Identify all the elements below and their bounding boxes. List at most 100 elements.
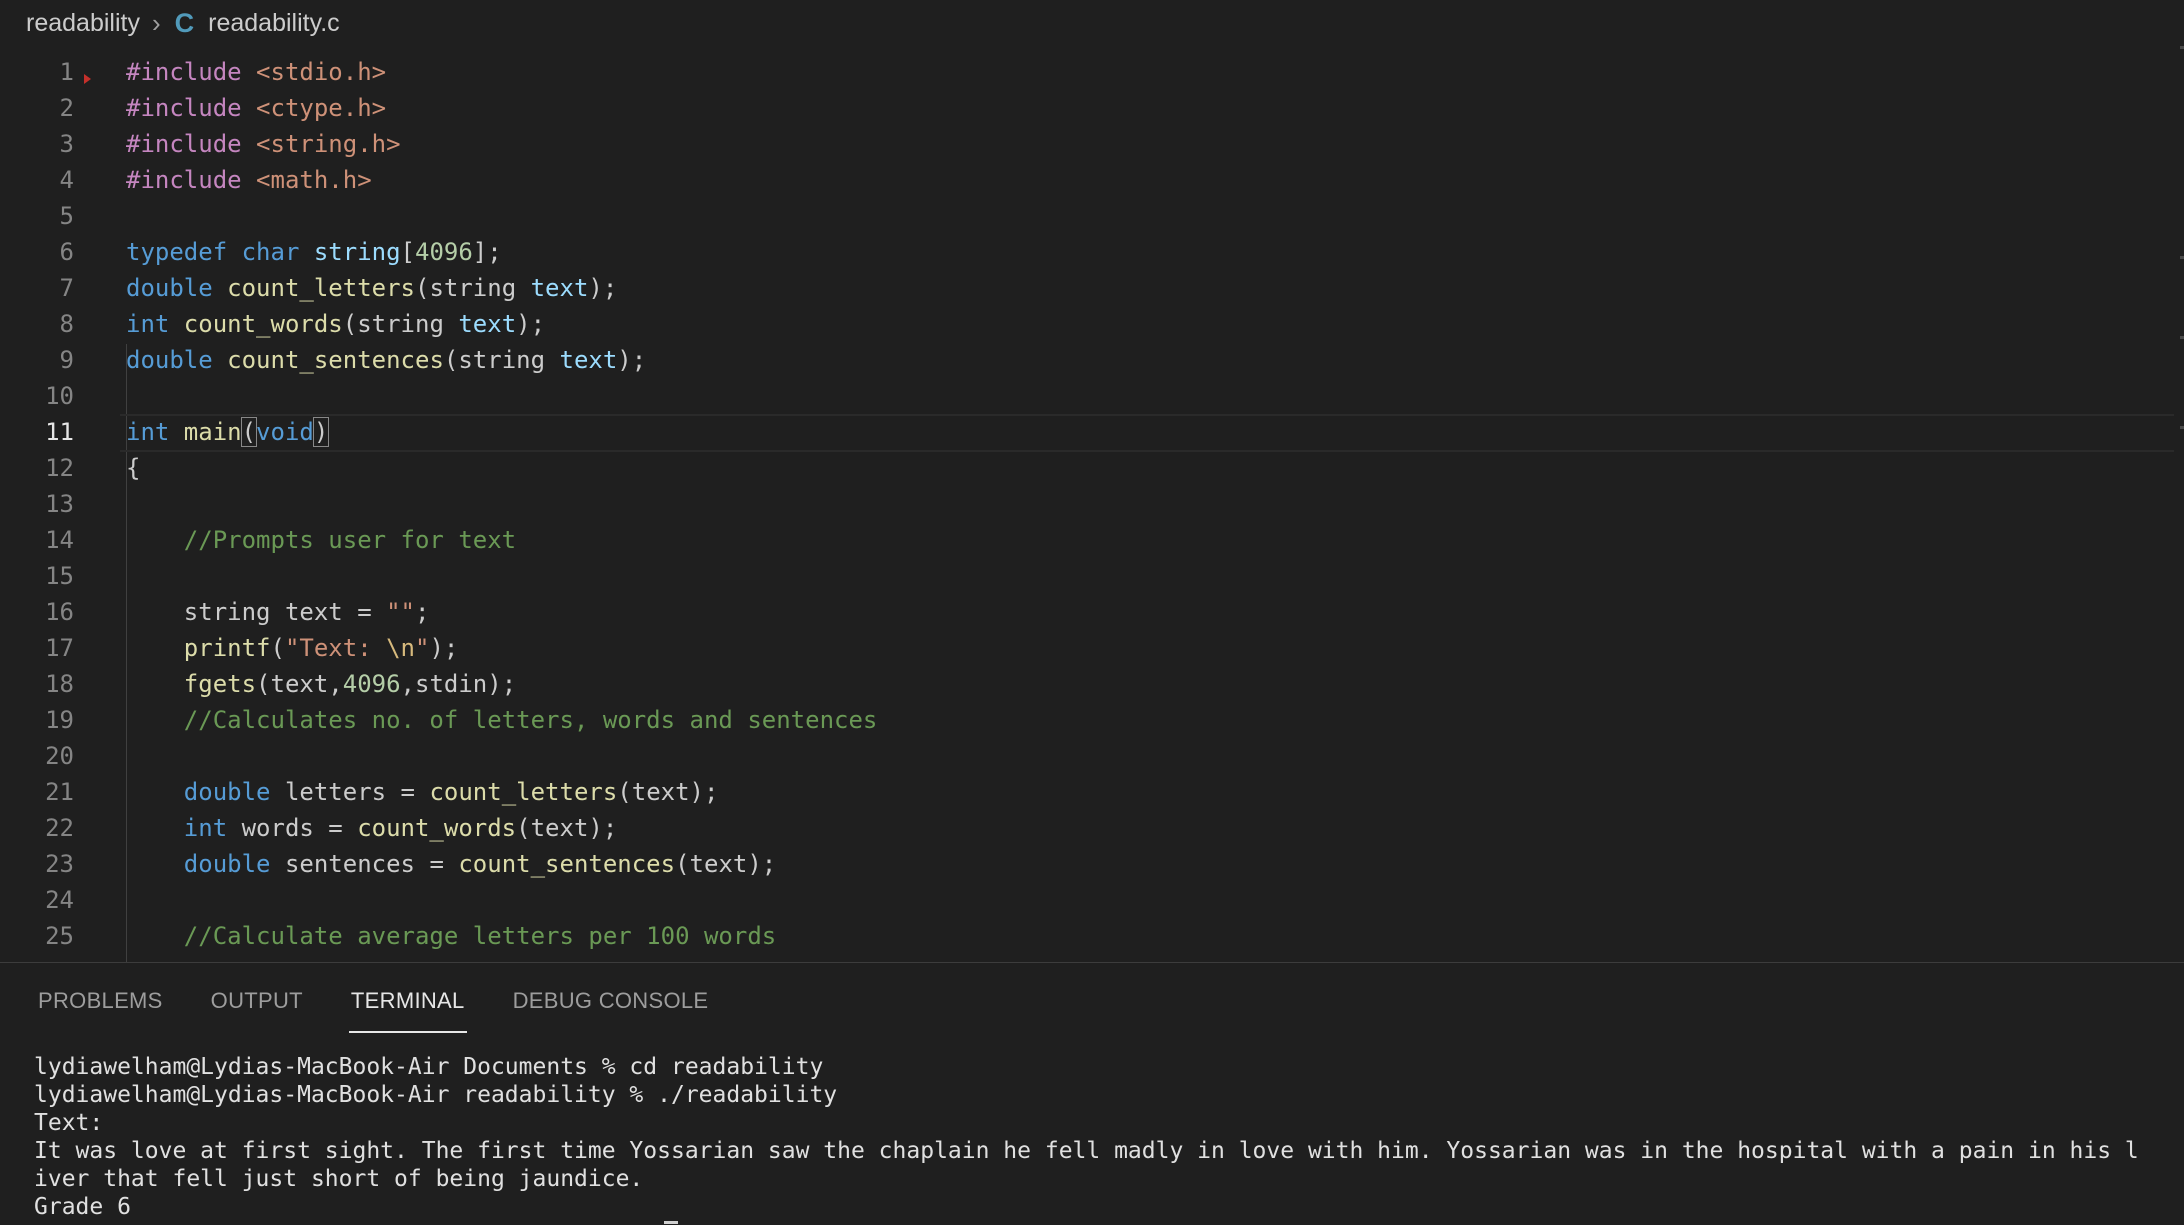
line-number: 12 <box>45 454 74 482</box>
code-line[interactable]: 9 double count_sentences(string text); <box>0 342 2184 378</box>
terminal-line: iver that fell just short of being jaund… <box>34 1166 644 1192</box>
code-text: double count_sentences(string text); <box>126 342 646 378</box>
code-text: double count_letters(string text); <box>126 270 617 306</box>
tab-problems[interactable]: PROBLEMS <box>38 963 163 1033</box>
tab-terminal[interactable]: TERMINAL <box>348 963 467 1033</box>
code-text: //Calculates no. of letters, words and s… <box>126 702 878 738</box>
code-line[interactable]: 6 typedef char string[4096]; <box>0 234 2184 270</box>
code-token: ,stdin); <box>400 670 517 698</box>
terminal-output[interactable]: lydiawelham@Lydias-MacBook-Air Documents… <box>34 1053 2174 1221</box>
code-line[interactable]: 23 double sentences = count_sentences(te… <box>0 846 2184 882</box>
code-text: int count_words(string text); <box>126 306 545 342</box>
code-token: void <box>256 418 314 446</box>
code-line[interactable]: 19 //Calculates no. of letters, words an… <box>0 702 2184 738</box>
code-token: ( <box>270 634 285 662</box>
code-text: double sentences = count_sentences(text)… <box>126 846 776 882</box>
code-text: #include <ctype.h> <box>126 90 386 126</box>
code-text: #include <string.h> <box>126 126 401 162</box>
code-text: typedef char string[4096]; <box>126 234 502 270</box>
code-token: int <box>183 814 242 842</box>
code-token: //Calculates no. of letters, words and s… <box>183 706 878 734</box>
editor-scrollbar[interactable] <box>2178 46 2184 962</box>
code-token: count_sentences <box>227 346 444 374</box>
tab-output[interactable]: OUTPUT <box>211 963 303 1033</box>
code-line[interactable]: 10 <box>0 378 2184 414</box>
code-line[interactable]: 13 <box>0 486 2184 522</box>
code-line[interactable]: 25 //Calculate average letters per 100 w… <box>0 918 2184 954</box>
code-token: ]; <box>472 238 502 266</box>
code-text: string text = ""; <box>126 594 430 630</box>
code-token: (text, <box>256 670 343 698</box>
code-token: "Text: <box>284 634 387 662</box>
code-text: //Prompts user for text <box>126 522 516 558</box>
code-token: count_words <box>183 310 343 338</box>
code-token: [ <box>400 238 415 266</box>
line-number: 10 <box>45 382 74 410</box>
code-token: <string.h> <box>256 130 401 158</box>
code-token: //Prompts user for text <box>183 526 517 554</box>
code-line[interactable]: 11 int main(void) <box>0 414 2184 450</box>
code-line[interactable]: 20 <box>0 738 2184 774</box>
code-token: (text); <box>675 850 777 878</box>
line-number: 24 <box>45 886 74 914</box>
code-token: ); <box>516 310 546 338</box>
code-line[interactable]: 5 <box>0 198 2184 234</box>
code-text: double letters = count_letters(text); <box>126 774 719 810</box>
code-line[interactable]: 14 //Prompts user for text <box>0 522 2184 558</box>
scroll-mark <box>2180 336 2184 339</box>
code-token: count_letters <box>227 274 415 302</box>
code-token: sentences = <box>284 850 459 878</box>
line-number: 6 <box>59 238 74 266</box>
code-token: string text = <box>126 598 387 626</box>
terminal-line: lydiawelham@Lydias-MacBook-Air readabili… <box>34 1082 838 1108</box>
code-line[interactable]: 16 string text = ""; <box>0 594 2184 630</box>
code-token: 4096 <box>415 238 473 266</box>
line-number: 16 <box>45 598 74 626</box>
tab-debug-console[interactable]: DEBUG CONSOLE <box>513 963 709 1033</box>
code-line[interactable]: 8 int count_words(string text); <box>0 306 2184 342</box>
code-line[interactable]: 21 double letters = count_letters(text); <box>0 774 2184 810</box>
code-token: ); <box>588 274 618 302</box>
code-line[interactable]: 22 int words = count_words(text); <box>0 810 2184 846</box>
line-number: 11 <box>45 418 74 446</box>
code-line[interactable]: 17 printf("Text: \n"); <box>0 630 2184 666</box>
code-line[interactable]: 12 { <box>0 450 2184 486</box>
line-number: 22 <box>45 814 74 842</box>
c-file-icon: C <box>174 7 195 38</box>
code-token: ); <box>429 634 459 662</box>
line-number: 20 <box>45 742 74 770</box>
code-token: (text); <box>516 814 618 842</box>
line-number: 8 <box>59 310 74 338</box>
code-line[interactable]: 3 #include <string.h> <box>0 126 2184 162</box>
code-token: count_words <box>357 814 517 842</box>
code-token: #include <box>126 58 257 86</box>
code-line[interactable]: 18 fgets(text,4096,stdin); <box>0 666 2184 702</box>
code-line[interactable]: 4 #include <math.h> <box>0 162 2184 198</box>
code-token: double <box>183 850 285 878</box>
code-token: text <box>559 346 618 374</box>
breadcrumb-file[interactable]: readability.c <box>208 9 340 38</box>
code-token: //Calculate average letters per 100 word… <box>183 922 777 950</box>
code-line[interactable]: 24 <box>0 882 2184 918</box>
code-line[interactable]: 2 #include <ctype.h> <box>0 90 2184 126</box>
code-line[interactable]: 7 double count_letters(string text); <box>0 270 2184 306</box>
code-token: letters = <box>284 778 430 806</box>
breadcrumb-folder[interactable]: readability <box>26 9 140 38</box>
line-number: 9 <box>59 346 74 374</box>
code-token: (text); <box>617 778 719 806</box>
code-line[interactable]: 1 #include <stdio.h> <box>0 54 2184 90</box>
code-text: int words = count_words(text); <box>126 810 618 846</box>
chevron-right-icon: › <box>151 7 161 38</box>
code-token: double <box>126 274 228 302</box>
bottom-panel: PROBLEMS OUTPUT TERMINAL DEBUG CONSOLE lydi… <box>0 962 2184 1225</box>
code-line[interactable]: 26 <box>0 954 2184 962</box>
line-number: 1 <box>59 58 74 86</box>
code-token: ; <box>415 598 430 626</box>
code-line[interactable]: 15 <box>0 558 2184 594</box>
code-editor[interactable]: 1 #include <stdio.h> 2 #include <ctype.h> 3 #… <box>0 46 2184 962</box>
